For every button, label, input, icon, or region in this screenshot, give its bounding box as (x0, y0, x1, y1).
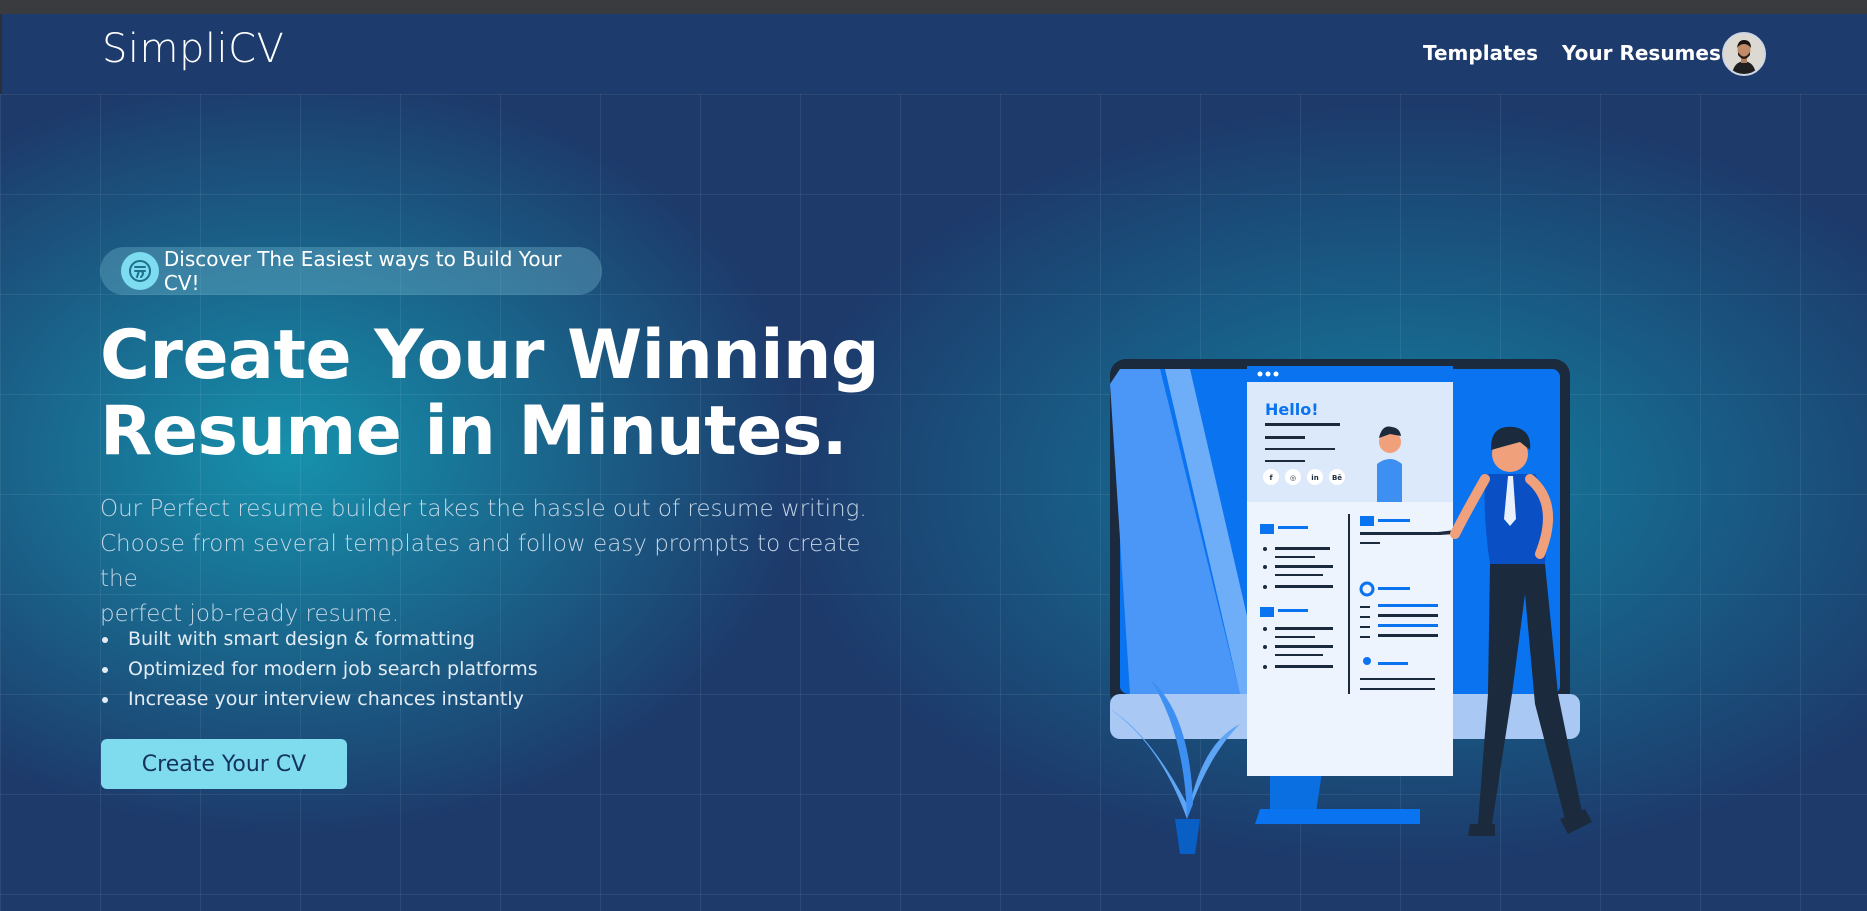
coin-logo-icon (121, 252, 159, 290)
avatar[interactable] (1722, 32, 1766, 76)
brand-logo[interactable]: SimpliCV (102, 26, 284, 72)
hero-description: Our Perfect resume builder takes the has… (100, 492, 900, 632)
announcement-badge: Discover The Easiest ways to Build Your … (100, 247, 602, 295)
avatar-photo (1724, 34, 1764, 74)
feature-item: Optimized for modern job search platform… (102, 654, 538, 684)
hero-section: Discover The Easiest ways to Build Your … (0, 94, 1867, 911)
headline-line-1: Create Your Winning (100, 316, 880, 395)
headline-line-2: Resume in Minutes. (100, 392, 848, 471)
badge-text: Discover The Easiest ways to Build Your … (163, 247, 562, 295)
linkedin-icon: in (1311, 474, 1318, 482)
resume-greeting: Hello! (1265, 400, 1319, 419)
nav-link-your-resumes[interactable]: Your Resumes (1562, 41, 1721, 65)
navbar: SimpliCV Templates Your Resumes (0, 14, 1867, 94)
hero-headline: Create Your Winning Resume in Minutes. (100, 318, 1000, 470)
feature-list: Built with smart design & formatting Opt… (100, 624, 538, 714)
browser-top-strip (0, 0, 1867, 14)
create-cv-button[interactable]: Create Your CV (101, 739, 347, 789)
hero-illustration: Hello! f ◎ in Bē (1110, 359, 1592, 854)
description-line-1: Our Perfect resume builder takes the has… (100, 496, 867, 522)
description-line-2: Choose from several templates and follow… (100, 531, 861, 592)
feature-item: Built with smart design & formatting (102, 624, 538, 654)
nav-link-templates[interactable]: Templates (1423, 41, 1538, 65)
instagram-icon: ◎ (1290, 474, 1296, 482)
feature-item: Increase your interview chances instantl… (102, 684, 538, 714)
behance-icon: Bē (1332, 474, 1342, 482)
